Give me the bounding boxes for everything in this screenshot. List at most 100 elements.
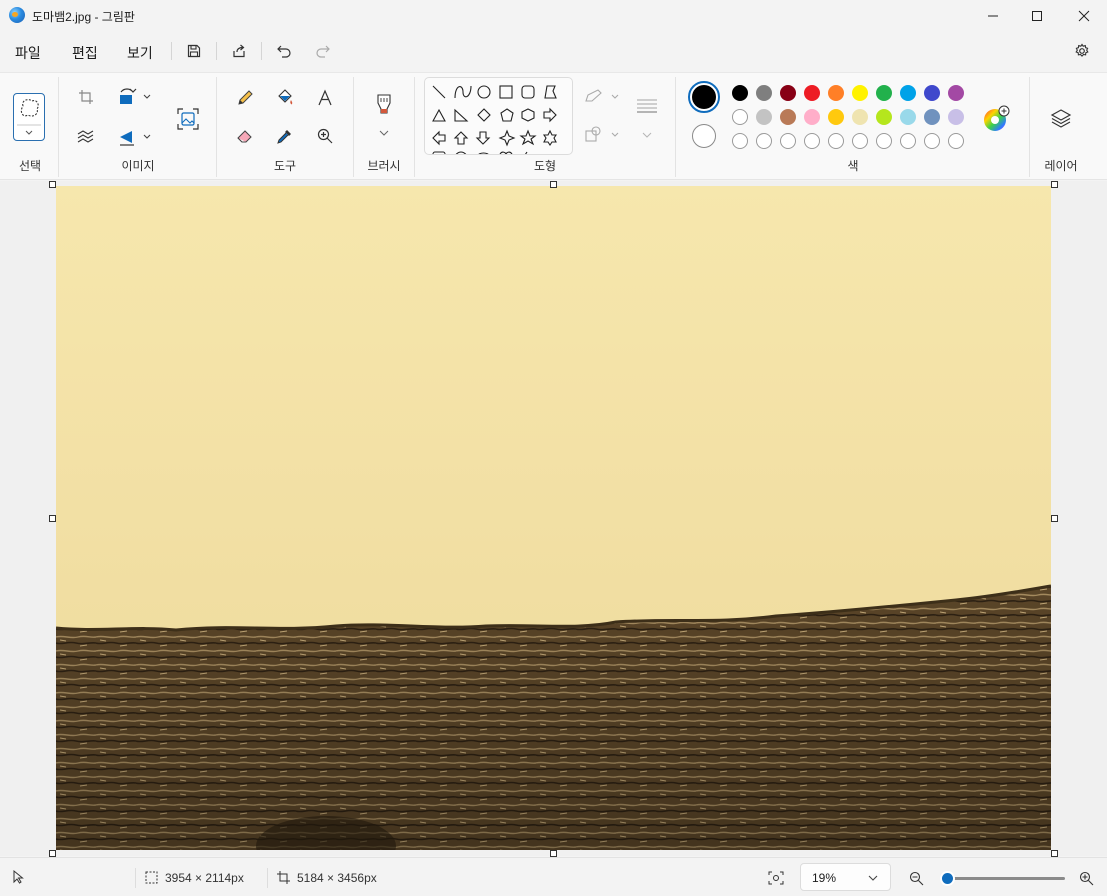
shapes-gallery[interactable]: [424, 77, 573, 155]
color-swatch[interactable]: [852, 109, 868, 125]
color-swatch[interactable]: [732, 109, 748, 125]
menu-edit[interactable]: 편집: [72, 43, 98, 63]
color-wheel-icon: [984, 105, 1010, 131]
zoom-in-button[interactable]: [1076, 868, 1096, 888]
custom-color-slot[interactable]: [780, 133, 796, 149]
status-divider: [267, 868, 268, 888]
resize-handle-right[interactable]: [1051, 515, 1058, 522]
custom-color-slot[interactable]: [852, 133, 868, 149]
image-size: 5184 × 3456px: [297, 871, 377, 885]
settings-button[interactable]: [1068, 39, 1096, 63]
color-swatch[interactable]: [852, 85, 868, 101]
status-divider: [135, 868, 136, 888]
image-generator-button[interactable]: [174, 105, 202, 133]
group-divider: [1029, 77, 1030, 177]
line-size-button[interactable]: [632, 93, 662, 141]
color-swatch[interactable]: [804, 85, 820, 101]
chevron-down-icon: [868, 875, 878, 881]
zoom-slider-track[interactable]: [945, 877, 1065, 880]
shape-outline-button[interactable]: [582, 85, 622, 109]
shapes-icons: [432, 85, 558, 154]
group-label-colors: 색: [847, 159, 859, 173]
resize-handle-top[interactable]: [550, 181, 557, 188]
eyedropper-icon: [277, 130, 291, 144]
close-button[interactable]: [1061, 0, 1107, 32]
color-swatch[interactable]: [876, 85, 892, 101]
color-swatch[interactable]: [828, 85, 844, 101]
zoom-level-dropdown[interactable]: 19%: [800, 863, 891, 891]
fit-to-window-button[interactable]: [766, 868, 786, 888]
shape-fill-button[interactable]: [582, 123, 622, 147]
text-button[interactable]: [312, 85, 338, 111]
magnifier-button[interactable]: [312, 123, 338, 149]
layers-button[interactable]: [1046, 103, 1076, 133]
color-swatch[interactable]: [780, 85, 796, 101]
redo-icon: [316, 45, 330, 58]
text-icon: [318, 89, 332, 106]
color-swatch[interactable]: [924, 85, 940, 101]
share-button[interactable]: [225, 39, 253, 63]
zoom-out-button[interactable]: [906, 868, 926, 888]
color-swatch[interactable]: [756, 85, 772, 101]
menu-divider: [171, 42, 172, 60]
flip-button[interactable]: [114, 125, 154, 149]
pencil-button[interactable]: [232, 85, 258, 111]
color-swatch[interactable]: [948, 109, 964, 125]
pencil-icon: [238, 90, 253, 105]
paint-bucket-icon: [278, 89, 293, 105]
redo-button[interactable]: [309, 39, 337, 63]
color-swatch[interactable]: [924, 109, 940, 125]
resize-handle-bottom-right[interactable]: [1051, 850, 1058, 857]
maximize-button[interactable]: [1014, 0, 1060, 32]
minimize-button[interactable]: [970, 0, 1016, 32]
color-swatch[interactable]: [804, 109, 820, 125]
color-swatch[interactable]: [948, 85, 964, 101]
resize-handle-bottom-left[interactable]: [49, 850, 56, 857]
resize-handle-top-right[interactable]: [1051, 181, 1058, 188]
shape-fill-icon: [585, 126, 619, 142]
custom-color-slot[interactable]: [924, 133, 940, 149]
maximize-icon: [1032, 11, 1042, 21]
resize-handle-bottom[interactable]: [550, 850, 557, 857]
color-swatch[interactable]: [732, 85, 748, 101]
selection-tool-button[interactable]: [13, 93, 45, 141]
custom-color-slot[interactable]: [900, 133, 916, 149]
lizard-photo: [56, 584, 1051, 850]
selection-size-icon: [143, 869, 159, 885]
primary-color-selector[interactable]: [688, 81, 720, 113]
secondary-color-selector[interactable]: [692, 124, 716, 148]
fit-screen-icon: [768, 871, 784, 885]
menu-view[interactable]: 보기: [127, 43, 153, 63]
color-swatch[interactable]: [828, 109, 844, 125]
rotate-button[interactable]: [114, 85, 154, 109]
custom-color-slot[interactable]: [804, 133, 820, 149]
save-button[interactable]: [180, 39, 208, 63]
color-swatch[interactable]: [756, 109, 772, 125]
zoom-slider-thumb[interactable]: [941, 873, 953, 884]
custom-color-slot[interactable]: [756, 133, 772, 149]
eraser-button[interactable]: [232, 123, 258, 149]
undo-button[interactable]: [270, 39, 298, 63]
resize-handle-left[interactable]: [49, 515, 56, 522]
color-swatch[interactable]: [876, 109, 892, 125]
color-swatch[interactable]: [780, 109, 796, 125]
resize-handle-top-left[interactable]: [49, 181, 56, 188]
custom-color-slot[interactable]: [876, 133, 892, 149]
zoom-in-icon: [317, 128, 333, 144]
eraser-icon: [237, 130, 252, 143]
fill-button[interactable]: [272, 85, 298, 111]
canvas-image[interactable]: [56, 186, 1051, 850]
custom-color-slot[interactable]: [732, 133, 748, 149]
brushes-button[interactable]: [370, 91, 398, 139]
edit-colors-button[interactable]: [982, 105, 1010, 133]
group-divider: [58, 77, 59, 177]
image-size-icon: [275, 869, 291, 885]
custom-color-slot[interactable]: [948, 133, 964, 149]
color-picker-button[interactable]: [272, 123, 298, 149]
color-swatch[interactable]: [900, 85, 916, 101]
custom-color-slot[interactable]: [828, 133, 844, 149]
crop-button[interactable]: [74, 85, 98, 109]
resize-button[interactable]: [74, 125, 98, 149]
menu-file[interactable]: 파일: [15, 43, 41, 63]
color-swatch[interactable]: [900, 109, 916, 125]
